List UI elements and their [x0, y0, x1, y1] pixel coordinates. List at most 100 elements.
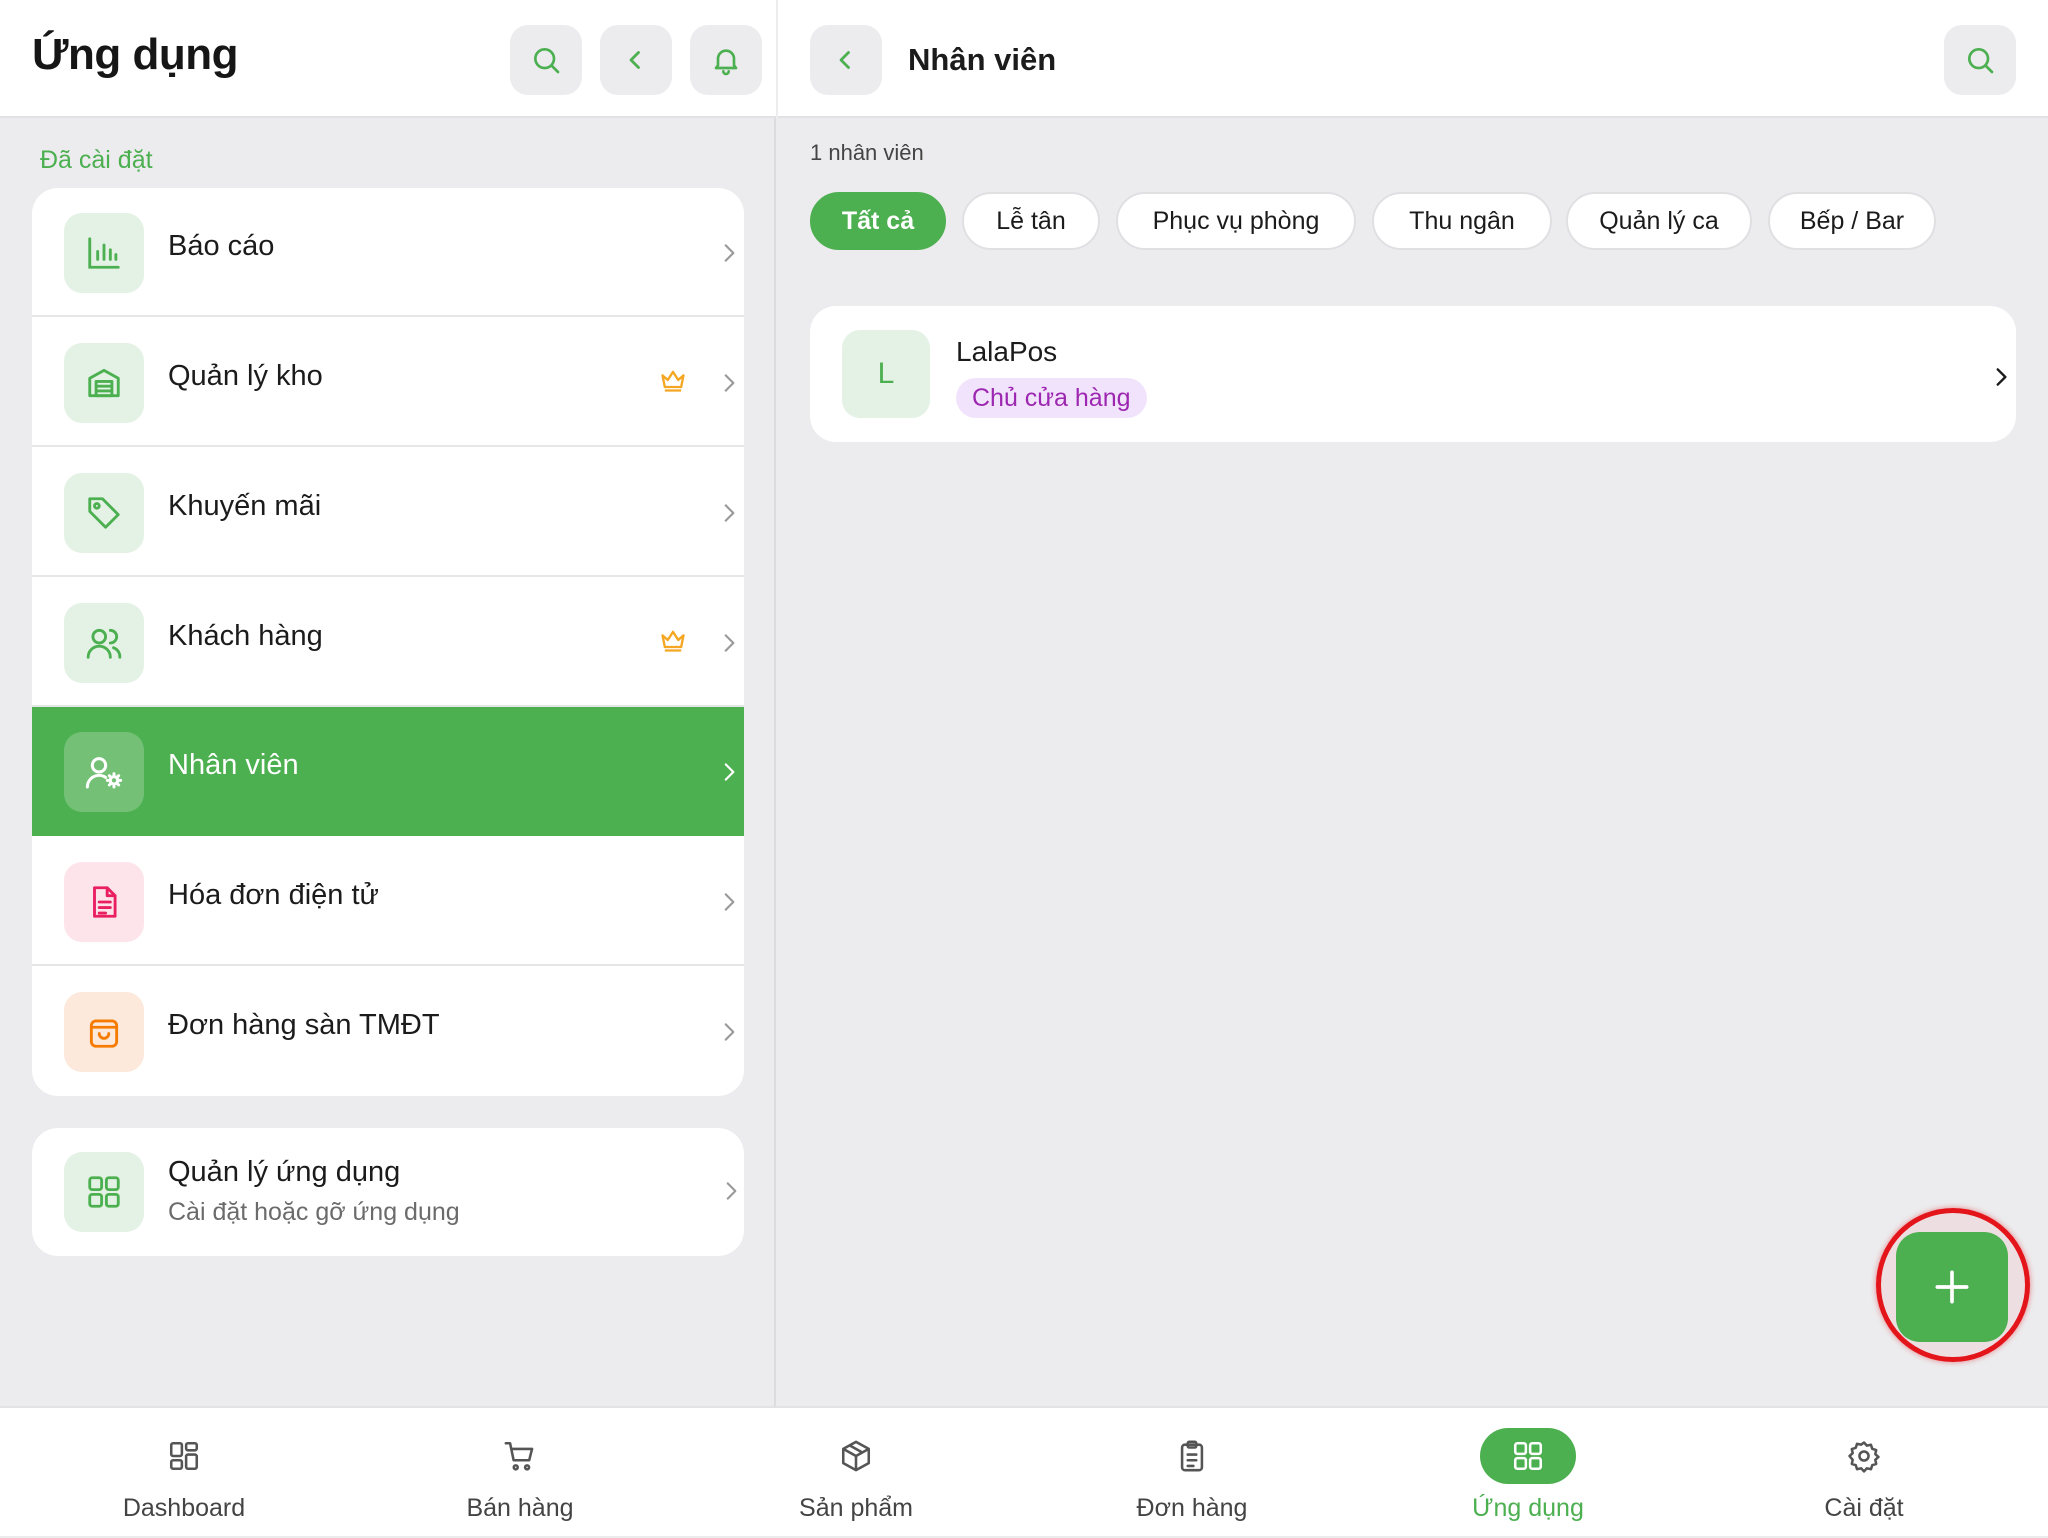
clipboard-icon — [1180, 1440, 1204, 1472]
chevron-right-icon — [1996, 368, 2007, 386]
chevron-right-icon — [724, 763, 735, 781]
staff-title: Nhân viên — [908, 42, 1057, 77]
app-item-label: Nhân viên — [168, 749, 299, 781]
nav-products[interactable]: Sản phẩm — [746, 1408, 966, 1538]
notifications-button[interactable] — [690, 25, 762, 95]
filter-chip-reception[interactable]: Lễ tân — [962, 192, 1100, 250]
divider — [32, 964, 744, 966]
app-item-reports[interactable]: Báo cáo — [32, 188, 744, 317]
app-item-customers[interactable]: Khách hàng — [32, 578, 744, 707]
app-item-label: Hóa đơn điện tử — [168, 879, 379, 911]
app-item-label: Báo cáo — [168, 230, 275, 262]
search-icon — [1968, 48, 1994, 74]
chevron-right-icon — [724, 1023, 735, 1041]
settings-icon — [1848, 1441, 1880, 1473]
user-gear-icon — [85, 757, 123, 789]
bottom-nav: Dashboard Bán hàng Sản phẩm Đơn hàng Ứng… — [0, 1406, 2048, 1536]
nav-sales[interactable]: Bán hàng — [410, 1408, 630, 1538]
add-staff-button[interactable] — [1896, 1232, 2008, 1342]
staff-search-button[interactable] — [1944, 25, 2016, 95]
filter-chip-shift-manager[interactable]: Quản lý ca — [1566, 192, 1752, 250]
nav-icon-wrap — [1816, 1428, 1912, 1484]
search-icon — [534, 48, 560, 74]
app-icon-tile — [64, 343, 144, 423]
app-item-promotions[interactable]: Khuyến mãi — [32, 448, 744, 577]
chevron-right-icon — [724, 244, 735, 262]
warehouse-icon — [88, 368, 120, 398]
app-item-e-invoice[interactable]: Hóa đơn điện tử — [32, 837, 744, 966]
app-icon-tile — [64, 213, 144, 293]
nav-apps[interactable]: Ứng dụng — [1418, 1408, 1638, 1538]
nav-label: Bán hàng — [466, 1494, 574, 1522]
manage-apps-title: Quản lý ứng dụng — [168, 1156, 401, 1188]
apps-pane: Ứng dụng Đã cài đặt Báo cáo Quản lý kho … — [0, 0, 776, 1406]
apps-grid-icon — [88, 1176, 120, 1208]
users-icon — [86, 628, 122, 659]
collapse-button[interactable] — [600, 25, 672, 95]
box-icon — [841, 1440, 871, 1472]
app-item-label: Khách hàng — [168, 620, 323, 652]
cart-icon — [504, 1441, 534, 1471]
back-button[interactable] — [810, 25, 882, 95]
app-icon-tile — [64, 1152, 144, 1232]
app-item-inventory[interactable]: Quản lý kho — [32, 318, 744, 447]
nav-icon-wrap — [1480, 1428, 1576, 1484]
nav-icon-wrap — [1144, 1428, 1240, 1484]
nav-label: Ứng dụng — [1472, 1494, 1584, 1522]
nav-icon-wrap — [136, 1428, 232, 1484]
nav-icon-wrap — [808, 1428, 904, 1484]
app-root: Ứng dụng Đã cài đặt Báo cáo Quản lý kho … — [0, 0, 2048, 1536]
chevron-right-icon — [724, 893, 735, 911]
installed-apps-list: Báo cáo Quản lý kho Khuyến mãi Khách hàn… — [32, 188, 744, 1096]
app-icon-tile — [64, 473, 144, 553]
manage-apps-card[interactable]: Quản lý ứng dụng Cài đặt hoặc gỡ ứng dụn… — [32, 1128, 744, 1256]
filter-chip-room-service[interactable]: Phục vụ phòng — [1116, 192, 1356, 250]
nav-label: Cài đặt — [1824, 1494, 1904, 1522]
chevron-right-icon — [726, 1182, 737, 1200]
app-icon-tile — [64, 603, 144, 683]
installed-section-label: Đã cài đặt — [40, 146, 153, 174]
app-item-label: Đơn hàng sàn TMĐT — [168, 1009, 440, 1041]
staff-name: LalaPos — [956, 336, 1058, 367]
divider — [32, 445, 744, 447]
app-icon-tile — [64, 862, 144, 942]
crown-icon — [661, 630, 685, 652]
chevron-right-icon — [724, 634, 735, 652]
chevron-left-icon — [629, 51, 640, 69]
document-icon — [93, 886, 117, 918]
nav-label: Đơn hàng — [1136, 1494, 1248, 1522]
apps-grid-icon — [1513, 1441, 1543, 1471]
staff-row[interactable]: L LalaPos Chủ cửa hàng — [810, 306, 2016, 442]
app-icon-tile — [64, 732, 144, 812]
bell-icon — [714, 49, 738, 76]
staff-pane: Nhân viên 1 nhân viên Tất cả Lễ tân Phục… — [778, 0, 2048, 1406]
filter-chip-kitchen-bar[interactable]: Bếp / Bar — [1768, 192, 1936, 250]
app-icon-tile — [64, 992, 144, 1072]
divider — [32, 315, 744, 317]
app-item-staff[interactable]: Nhân viên — [32, 707, 744, 836]
plus-icon — [1935, 1270, 1969, 1304]
filter-chip-cashier[interactable]: Thu ngân — [1372, 192, 1552, 250]
search-button[interactable] — [510, 25, 582, 95]
chevron-right-icon — [724, 374, 735, 392]
nav-icon-wrap — [472, 1428, 568, 1484]
nav-label: Sản phẩm — [799, 1494, 913, 1522]
page-title: Ứng dụng — [32, 30, 239, 79]
divider — [32, 575, 744, 577]
filter-chip-all[interactable]: Tất cả — [810, 192, 946, 250]
avatar: L — [842, 330, 930, 418]
apps-header: Ứng dụng — [0, 0, 776, 118]
nav-settings[interactable]: Cài đặt — [1754, 1408, 1974, 1538]
manage-apps-subtitle: Cài đặt hoặc gỡ ứng dụng — [168, 1198, 460, 1226]
dashboard-icon — [169, 1441, 199, 1471]
chevron-right-icon — [724, 504, 735, 522]
role-badge: Chủ cửa hàng — [956, 378, 1147, 418]
nav-dashboard[interactable]: Dashboard — [74, 1408, 294, 1538]
nav-orders[interactable]: Đơn hàng — [1082, 1408, 1302, 1538]
staff-count: 1 nhân viên — [810, 140, 924, 165]
app-item-marketplace-orders[interactable]: Đơn hàng sàn TMĐT — [32, 967, 744, 1096]
nav-label: Dashboard — [122, 1494, 246, 1522]
app-item-label: Khuyến mãi — [168, 490, 322, 522]
staff-header: Nhân viên — [778, 0, 2048, 118]
chevron-left-icon — [839, 51, 850, 69]
